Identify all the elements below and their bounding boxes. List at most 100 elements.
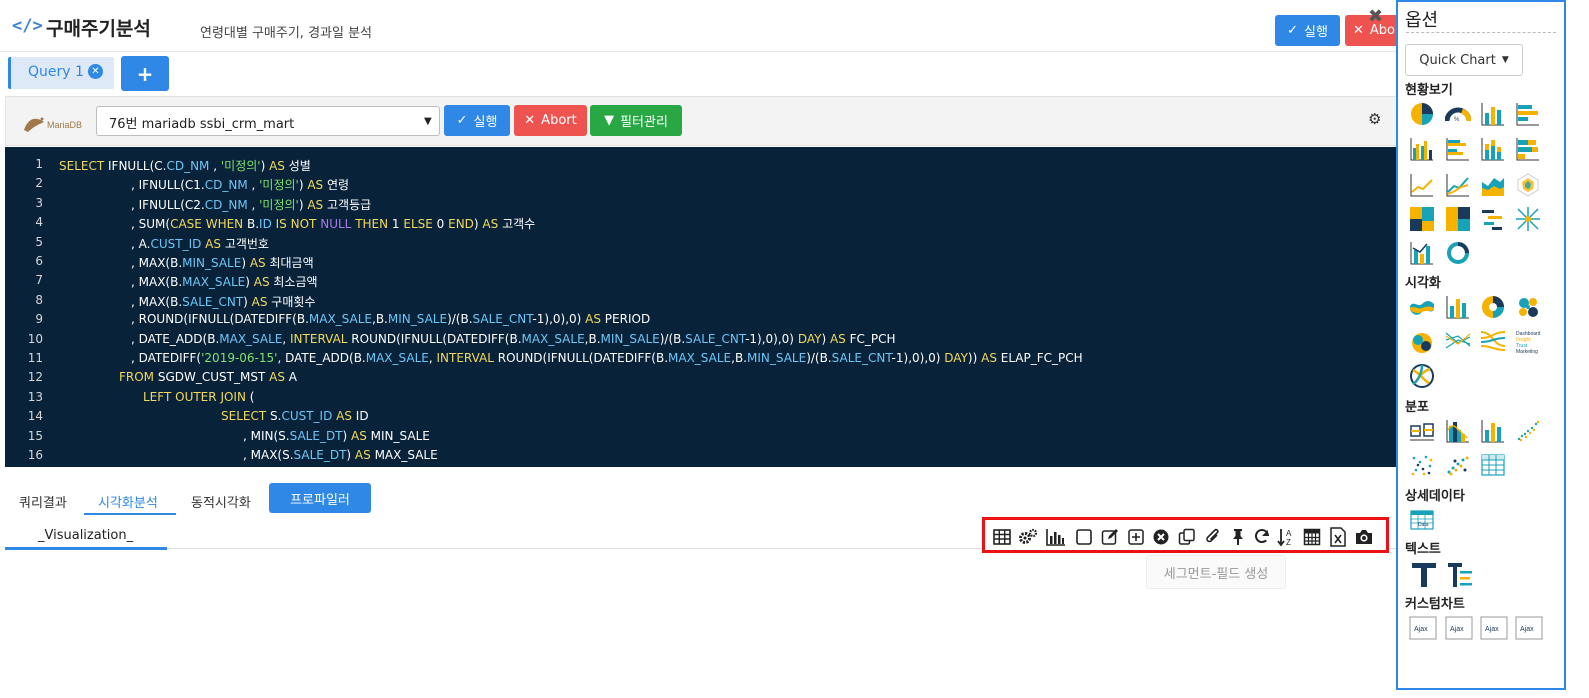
code-line[interactable]: SELECT S.CUST_ID AS ID	[221, 409, 369, 423]
custom-ajax-chart-icon[interactable]: Ajax	[1480, 615, 1508, 641]
bubble-chart-icon[interactable]	[1515, 294, 1541, 320]
code-line[interactable]: , DATE_ADD(B.MAX_SALE, INTERVAL ROUND(IF…	[131, 332, 896, 346]
area-chart-icon[interactable]	[1480, 172, 1506, 198]
horizontal-grouped-bar-icon[interactable]	[1445, 136, 1471, 162]
cluster-chart-icon[interactable]	[1409, 328, 1435, 354]
custom-ajax-chart-icon[interactable]: Ajax	[1445, 615, 1473, 641]
bar-chart-icon[interactable]	[1480, 101, 1506, 127]
code-line[interactable]: , MAX(S.SALE_DT) AS MAX_SALE	[243, 448, 438, 462]
scatter-matrix-icon[interactable]	[1445, 452, 1471, 478]
refresh-icon[interactable]	[1251, 526, 1273, 548]
text-list-icon[interactable]	[1445, 560, 1475, 590]
code-line[interactable]: , IFNULL(C2.CD_NM , '미정의') AS 고객등급	[131, 196, 371, 213]
code-line[interactable]: , DATEDIFF('2019-06-15', DATE_ADD(B.MAX_…	[131, 351, 1083, 365]
text-title-icon[interactable]	[1409, 560, 1439, 590]
code-line[interactable]: , A.CUST_ID AS 고객번호	[131, 235, 269, 252]
svg-text:A: A	[1286, 529, 1292, 538]
code-line[interactable]: SELECT IFNULL(C.CD_NM , '미정의') AS 성별	[59, 157, 311, 174]
toolbar-abort-button[interactable]: ✕ Abort	[514, 105, 587, 136]
chord-chart-icon[interactable]	[1409, 363, 1435, 389]
multi-line-chart-icon[interactable]	[1445, 172, 1471, 198]
sunburst-icon[interactable]	[1480, 294, 1506, 320]
gantt-chart-icon[interactable]	[1480, 206, 1506, 232]
filter-manage-button[interactable]: ▼ 필터관리	[590, 105, 682, 136]
horizontal-bar-icon[interactable]	[1515, 101, 1541, 127]
network-chart-icon[interactable]	[1515, 206, 1541, 232]
code-line[interactable]: , MAX(B.SALE_CNT) AS 구매횟수	[131, 293, 315, 310]
radar-chart-icon[interactable]	[1515, 172, 1541, 198]
bar-chart-icon[interactable]	[1480, 418, 1506, 444]
stream-chart-icon[interactable]	[1409, 294, 1435, 320]
grouped-bar-icon[interactable]	[1409, 136, 1435, 162]
dot-matrix-icon[interactable]	[1409, 452, 1435, 478]
add-query-tab-button[interactable]: +	[121, 56, 169, 91]
code-line[interactable]: , ROUND(IFNULL(DATEDIFF(B.MAX_SALE,B.MIN…	[131, 312, 650, 326]
svg-text:%: %	[1454, 117, 1460, 123]
heatmap-icon[interactable]	[1445, 206, 1471, 232]
toolbar-run-button[interactable]: ✓ 실행	[444, 105, 510, 136]
copy-icon[interactable]	[1176, 526, 1198, 548]
sankey-chart-icon[interactable]	[1480, 328, 1506, 354]
edit-icon[interactable]	[1099, 526, 1121, 548]
close-icon: ✕	[524, 113, 536, 128]
custom-ajax-chart-icon[interactable]: Ajax	[1409, 615, 1437, 641]
code-line[interactable]: , MAX(B.MAX_SALE) AS 최소금액	[131, 273, 318, 290]
section-status: 현황보기	[1405, 83, 1453, 98]
profiler-button[interactable]: 프로파일러	[269, 483, 371, 513]
histogram-icon[interactable]	[1445, 418, 1471, 444]
tab-close-icon[interactable]: ✕	[88, 64, 103, 79]
pin-icon[interactable]	[1227, 526, 1249, 548]
parallel-coordinates-icon[interactable]	[1445, 328, 1471, 354]
horizontal-stacked-bar-icon[interactable]	[1515, 136, 1541, 162]
line-number: 9	[35, 312, 43, 327]
code-line[interactable]: FROM SGDW_CUST_MST AS A	[119, 370, 297, 384]
svg-text:Data: Data	[1418, 522, 1429, 528]
mariadb-logo: MariaDB	[22, 110, 88, 134]
gear-icon[interactable]: ⚙	[1368, 110, 1381, 128]
tab-query-result[interactable]: 쿼리결과	[19, 492, 67, 511]
line-number: 1	[35, 157, 43, 171]
dashboard-insight-icon[interactable]: Dashboard Insight Trust Marketing	[1515, 328, 1541, 355]
active-tab-indicator	[5, 547, 167, 550]
tab-dynamic-visual[interactable]: 동적시각화	[191, 492, 251, 511]
code-line[interactable]: , SUM(CASE WHEN B.ID IS NOT NULL THEN 1 …	[131, 215, 535, 232]
pie-chart-icon[interactable]	[1409, 101, 1435, 127]
bar-chart-icon[interactable]	[1045, 526, 1067, 548]
code-line[interactable]: LEFT OUTER JOIN (	[143, 390, 254, 404]
line-number: 7	[35, 273, 43, 288]
tab-visual-analysis[interactable]: 시각화분석	[98, 492, 158, 511]
camera-icon[interactable]	[1353, 526, 1375, 548]
close-icon[interactable]: ✖	[1368, 6, 1383, 27]
sql-editor[interactable]: 1 SELECT IFNULL(C.CD_NM , '미정의') AS 성별 2 , …	[5, 147, 1400, 467]
square-icon[interactable]	[1073, 526, 1095, 548]
custom-ajax-chart-icon[interactable]: Ajax	[1515, 615, 1543, 641]
quick-chart-dropdown[interactable]: Quick Chart ▼	[1405, 44, 1523, 76]
excel-icon[interactable]	[1327, 526, 1349, 548]
close-circle-icon[interactable]	[1150, 526, 1172, 548]
line-chart-icon[interactable]	[1409, 172, 1435, 198]
database-select[interactable]: 76번 mariadb ssbi_crm_mart	[96, 106, 440, 136]
section-visual: 시각화	[1405, 276, 1441, 291]
pivot-table-icon[interactable]	[1480, 452, 1506, 478]
plus-square-icon[interactable]	[1125, 526, 1147, 548]
table-icon[interactable]	[991, 526, 1013, 548]
sort-az-icon[interactable]: AZ	[1275, 526, 1297, 548]
line-number: 11	[27, 351, 43, 365]
header-run-button[interactable]: ✓ 실행	[1275, 15, 1340, 46]
code-line[interactable]: , MIN(S.SALE_DT) AS MIN_SALE	[243, 429, 430, 443]
data-grid-icon[interactable]: Data	[1409, 507, 1435, 533]
code-line[interactable]: , IFNULL(C1.CD_NM , '미정의') AS 연령	[131, 176, 349, 193]
calculator-icon[interactable]	[1301, 526, 1323, 548]
boxplot-icon[interactable]	[1409, 418, 1435, 444]
cogs-icon[interactable]	[1017, 526, 1039, 548]
bar-chart-icon[interactable]	[1445, 294, 1471, 320]
combo-chart-icon[interactable]	[1409, 240, 1435, 266]
scatter-plot-icon[interactable]	[1515, 418, 1541, 444]
gauge-chart-icon[interactable]: %	[1444, 101, 1472, 127]
paperclip-icon[interactable]	[1202, 526, 1224, 548]
stacked-bar-icon[interactable]	[1480, 136, 1506, 162]
code-line[interactable]: , MAX(B.MIN_SALE) AS 최대금액	[131, 254, 314, 271]
treemap-icon[interactable]	[1409, 206, 1435, 232]
donut-chart-icon[interactable]	[1445, 240, 1471, 266]
tab-visualization[interactable]: _Visualization_	[38, 528, 133, 543]
